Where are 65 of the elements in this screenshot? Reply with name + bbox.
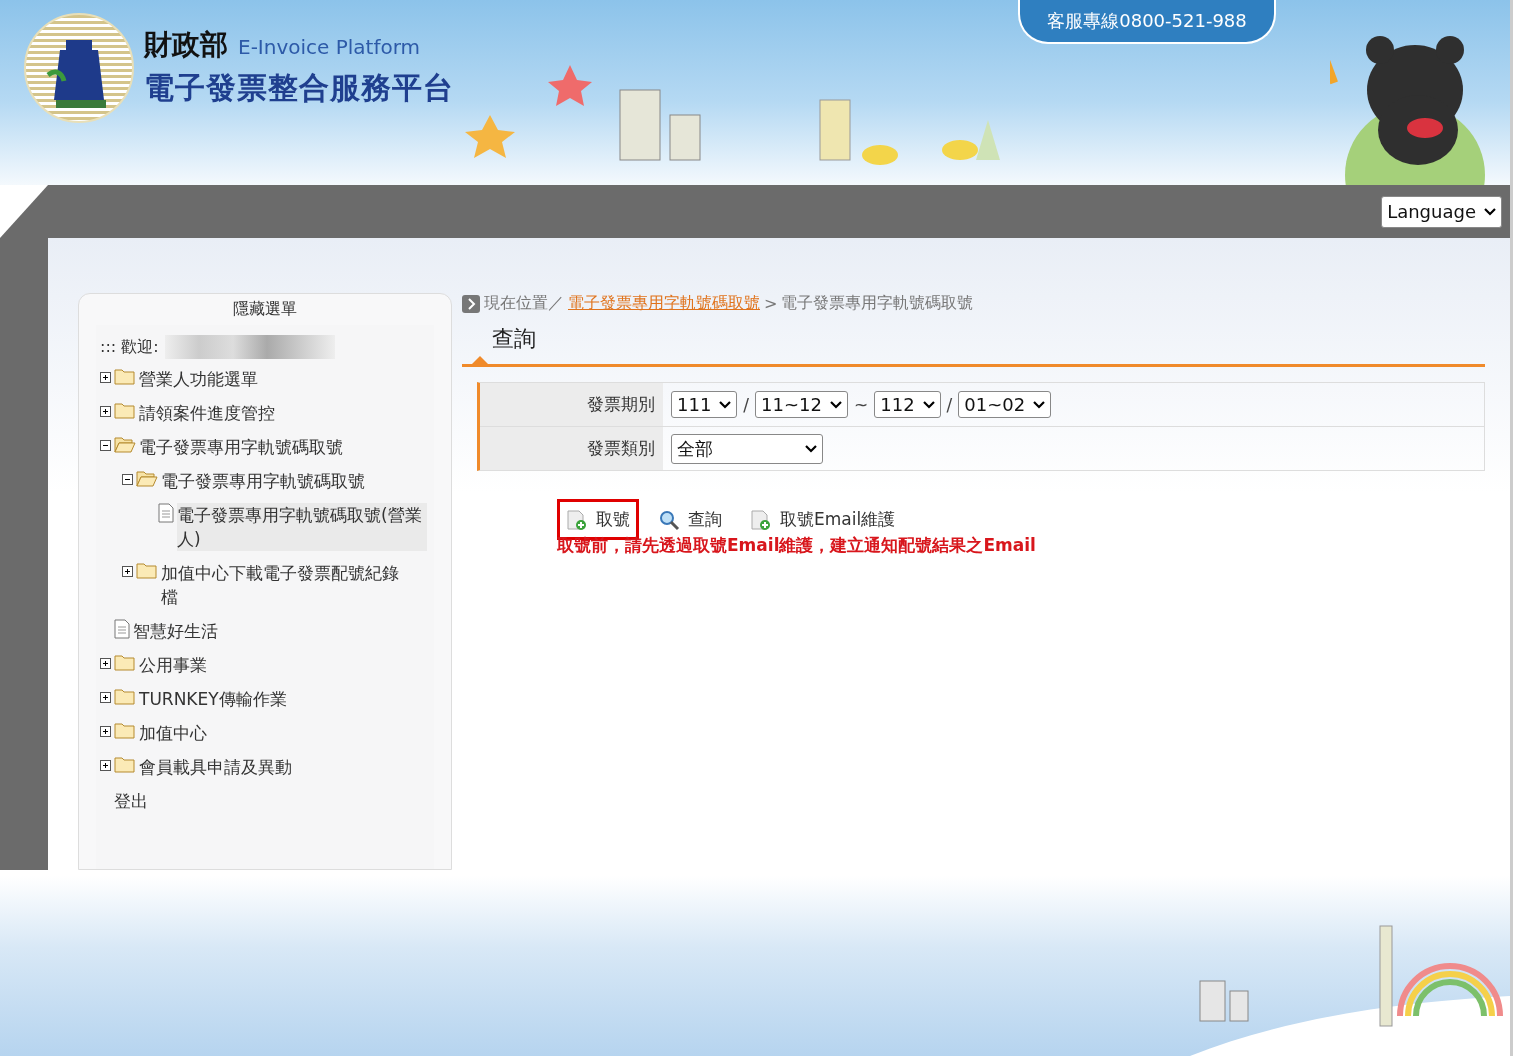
menu-folder-item[interactable]: 公用事業 [139,653,207,677]
action-button[interactable]: 取號 [557,499,639,540]
menu-folder-item[interactable]: 電子發票專用字軌號碼取號 [161,469,365,493]
dropdown-select[interactable]: 112 [874,391,941,418]
ministry-name: 財政部 [144,27,228,63]
chevron-down-icon [719,400,732,409]
field-label: 發票類別 [480,427,663,470]
chevron-down-icon [805,444,817,453]
menu-page-item[interactable]: 智慧好生活 [133,619,218,643]
expand-toggle-icon[interactable] [100,372,111,383]
expand-toggle-icon[interactable] [100,760,111,771]
document-add-icon [566,508,588,531]
hide-menu-link[interactable]: 隱藏選單 [233,294,297,325]
open-folder-icon [136,469,158,487]
language-select[interactable]: Language [1381,195,1502,228]
open-folder-icon [114,435,136,453]
expand-toggle-icon[interactable] [100,692,111,703]
expand-toggle-icon[interactable] [100,658,111,669]
separator-text: / [946,394,953,415]
field-label: 發票期別 [480,383,663,426]
collapse-toggle-icon[interactable] [122,474,133,485]
dropdown-select[interactable]: 01~02 [958,391,1052,418]
dropdown-select[interactable]: 111 [671,391,738,418]
folder-icon [114,755,136,773]
logout-link[interactable]: 登出 [114,789,148,813]
chevron-down-icon [922,400,935,409]
folder-icon [114,653,136,671]
document-add-icon [750,508,772,531]
hotline-badge: 客服專線0800-521-988 [1018,0,1276,44]
menu-folder-item[interactable]: TURNKEY傳輸作業 [139,687,287,711]
expand-toggle-icon[interactable] [100,406,111,417]
folder-icon [114,687,136,705]
menu-folder-item[interactable]: 電子發票專用字軌號碼取號 [139,435,343,459]
breadcrumb-current: 電子發票專用字軌號碼取號 [781,293,974,314]
expand-toggle-icon[interactable] [100,726,111,737]
dropdown-select[interactable]: 全部 [671,433,823,464]
document-icon [114,619,130,639]
menu-folder-item[interactable]: 加值中心下載電子發票配號紀錄檔 [161,561,411,609]
chevron-right-icon [462,294,480,313]
menu-folder-item[interactable]: 加值中心 [139,721,207,745]
separator-text: ~ [854,394,869,415]
menu-folder-item[interactable]: 會員載具申請及異動 [139,755,292,779]
menu-page-item[interactable]: 電子發票專用字軌號碼取號(營業人) [177,503,427,551]
document-icon [158,503,174,523]
section-title: 查詢 [492,326,536,351]
platform-name: 電子發票整合服務平台 [144,69,454,107]
dropdown-select[interactable]: 11~12 [755,391,848,418]
chevron-down-icon [830,400,842,409]
folder-icon [114,401,136,419]
menu-folder-item[interactable]: 營業人功能選單 [139,367,258,391]
folder-icon [114,721,136,739]
breadcrumb-separator: > [764,294,778,313]
breadcrumb-label: 現在位置／ [484,293,564,314]
search-icon [658,508,680,531]
separator-text: / [743,394,750,415]
folder-icon [114,367,136,385]
folder-icon [136,561,158,579]
menu-folder-item[interactable]: 請領案件進度管控 [139,401,275,425]
expand-toggle-icon[interactable] [122,566,133,577]
pointer-triangle-icon [472,356,488,364]
collapse-toggle-icon[interactable] [100,440,111,451]
chevron-down-icon [1484,207,1496,216]
chevron-down-icon [1033,400,1046,409]
welcome-label: ::: 歡迎: [100,336,159,358]
platform-english-name: E-Invoice Platform [238,35,421,59]
